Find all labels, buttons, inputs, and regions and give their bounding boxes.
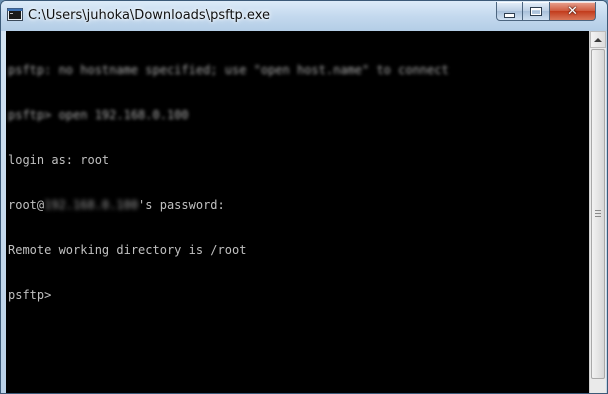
console-line-text: login as: root (8, 153, 110, 167)
close-icon: ✕ (567, 3, 578, 19)
console-line-text: Remote working directory is /root (8, 243, 247, 257)
console-line-text: psftp: no hostname specified; use "open … (8, 63, 449, 77)
console-line-open: psftp> open 192.168.0.100 (8, 108, 449, 123)
minimize-button[interactable] (496, 2, 523, 21)
scroll-thumb[interactable] (591, 49, 605, 379)
minimize-icon (504, 12, 515, 18)
console-line-text: psftp> open 192.168.0.100 (8, 108, 189, 122)
console-line-banner: psftp: no hostname specified; use "open … (8, 63, 449, 78)
scroll-up-arrow-icon (594, 37, 602, 42)
console-line-directory: Remote working directory is /root (8, 243, 449, 258)
console-line-text: psftp> (8, 288, 52, 302)
console-line-password: root@192.168.0.100's password: (8, 198, 449, 213)
console-window: C:\Users\juhoka\Downloads\psftp.exe ✕ ps… (0, 0, 608, 394)
title-bar[interactable]: C:\Users\juhoka\Downloads\psftp.exe ✕ (1, 1, 607, 31)
console-line-login: login as: root (8, 153, 449, 168)
maximize-button[interactable] (523, 2, 550, 21)
console-lines: psftp: no hostname specified; use "open … (8, 33, 449, 333)
maximize-icon (530, 6, 542, 16)
console-line-suffix: 's password: (138, 198, 225, 212)
redacted-host: 192.168.0.100 (44, 198, 139, 212)
console-output[interactable]: psftp: no hostname specified; use "open … (6, 31, 589, 393)
console-line-prefix: root@ (8, 198, 45, 212)
console-app-icon[interactable] (7, 7, 23, 23)
scroll-grip (595, 216, 601, 217)
console-prompt[interactable]: psftp> (8, 288, 449, 303)
scroll-up-button[interactable] (590, 31, 606, 48)
close-button[interactable]: ✕ (550, 2, 596, 21)
vertical-scrollbar[interactable] (589, 31, 606, 393)
scroll-grip (595, 210, 601, 211)
scroll-grip (595, 213, 601, 214)
window-title: C:\Users\juhoka\Downloads\psftp.exe (28, 8, 270, 23)
